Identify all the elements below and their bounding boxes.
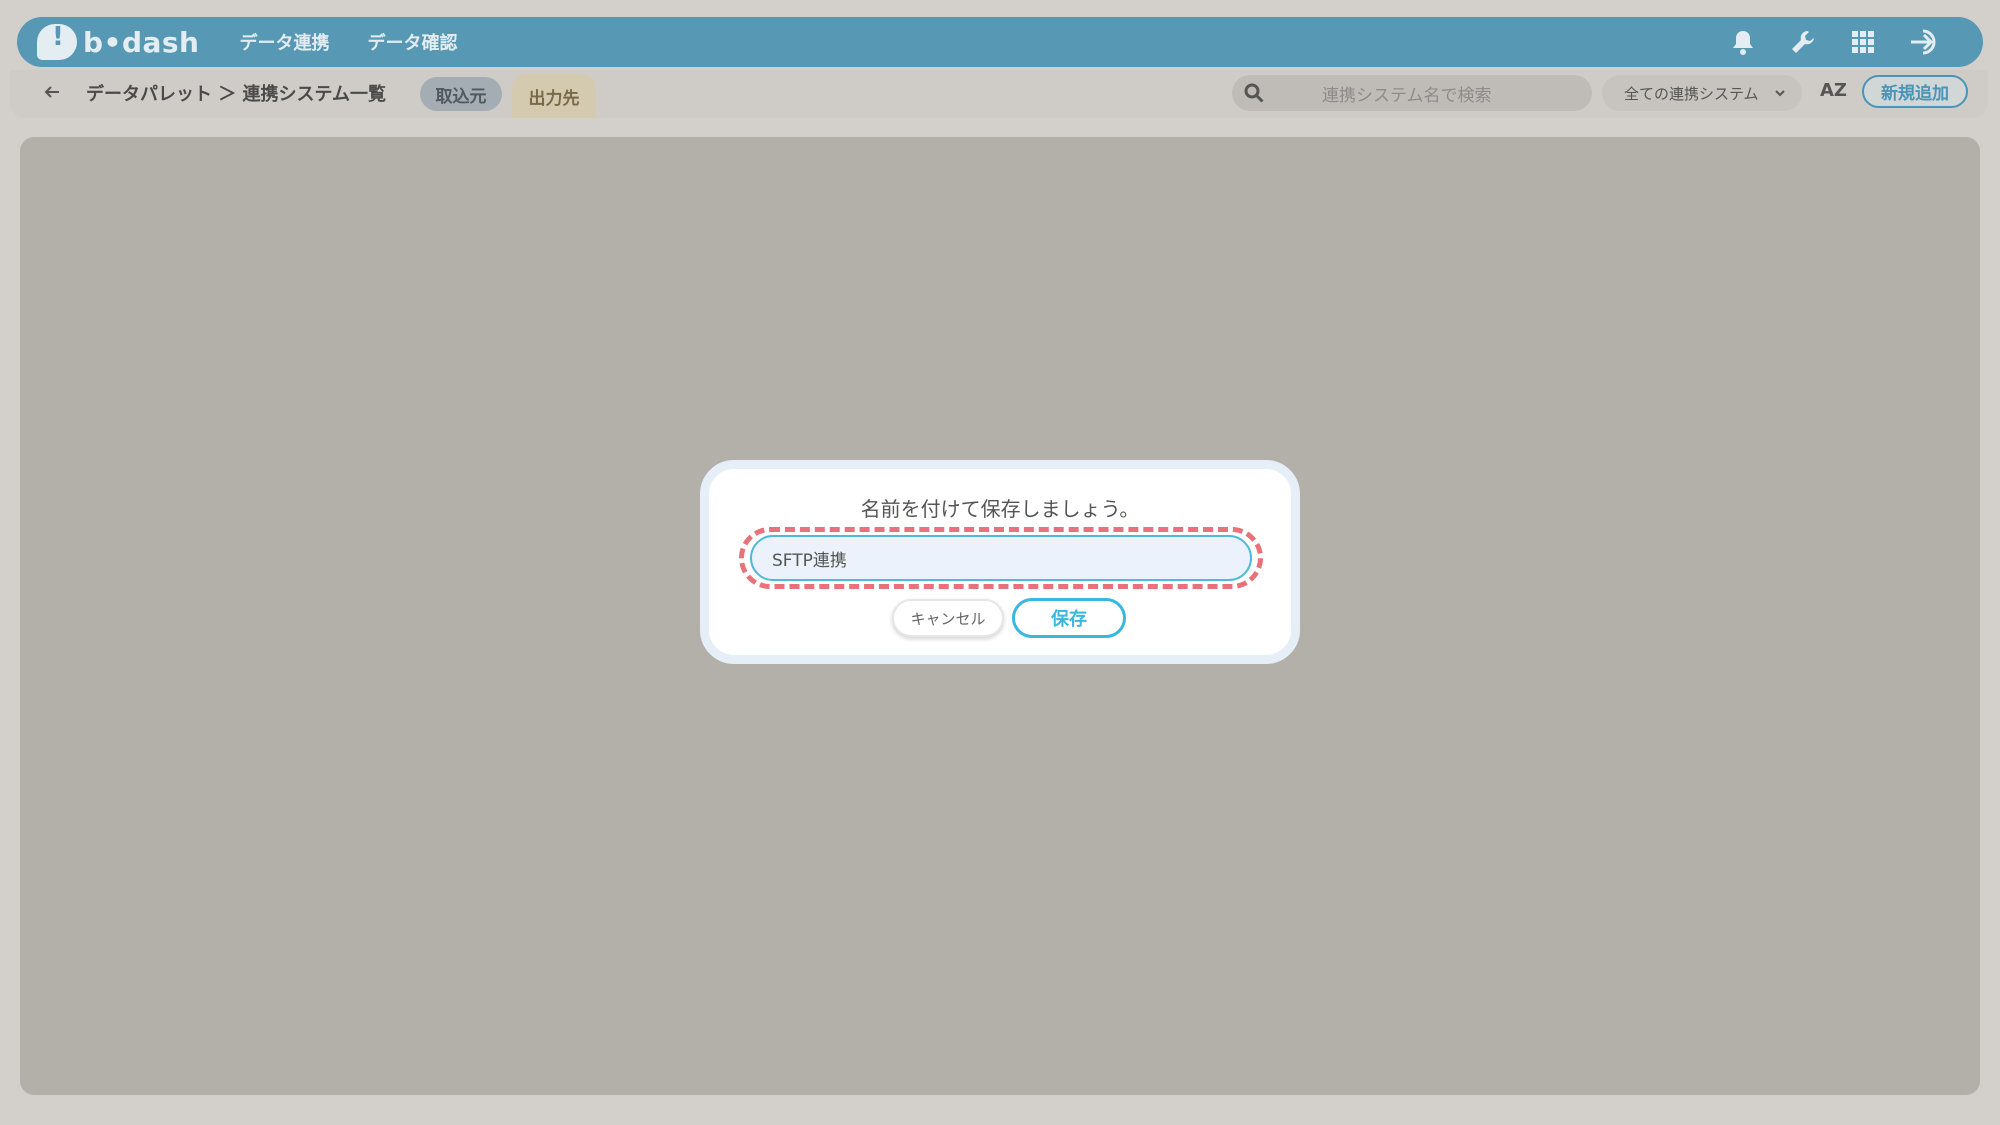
nav-data-integration[interactable]: データ連携 [239,29,329,55]
nav-data-check[interactable]: データ確認 [367,29,457,55]
add-new-button[interactable]: 新規追加 [1862,75,1968,108]
cancel-button[interactable]: キャンセル [892,599,1004,637]
sort-az-button[interactable]: AZ [1820,80,1847,101]
tab-import-source[interactable]: 取込元 [420,77,502,111]
bell-icon[interactable] [1731,29,1755,55]
search-box[interactable]: 連携システム名で検索 [1232,75,1592,111]
search-icon [1244,83,1264,107]
top-nav-bar: b•dash データ連携 データ確認 [17,17,1983,67]
back-arrow-icon[interactable] [40,80,64,104]
dialog-title: 名前を付けて保存しましょう。 [860,497,1140,521]
system-filter-select[interactable]: 全ての連携システム [1602,75,1802,111]
search-placeholder: 連携システム名で検索 [1322,86,1492,106]
filter-value: 全ての連携システム [1624,84,1759,103]
logo-icon [37,22,77,60]
chevron-down-icon [1774,85,1786,103]
save-name-dialog: 名前を付けて保存しましょう。 キャンセル 保存 [700,460,1300,664]
grid-icon[interactable] [1851,30,1875,54]
logo[interactable]: b•dash [37,22,200,60]
tab-output-destination[interactable]: 出力先 [512,74,596,118]
logo-text: b•dash [83,25,200,59]
name-input[interactable] [750,535,1252,581]
breadcrumb: データパレット ＞ 連携システム一覧 [86,84,386,105]
wrench-icon[interactable] [1789,28,1817,56]
save-button[interactable]: 保存 [1012,598,1126,638]
logout-icon[interactable] [1909,27,1943,57]
